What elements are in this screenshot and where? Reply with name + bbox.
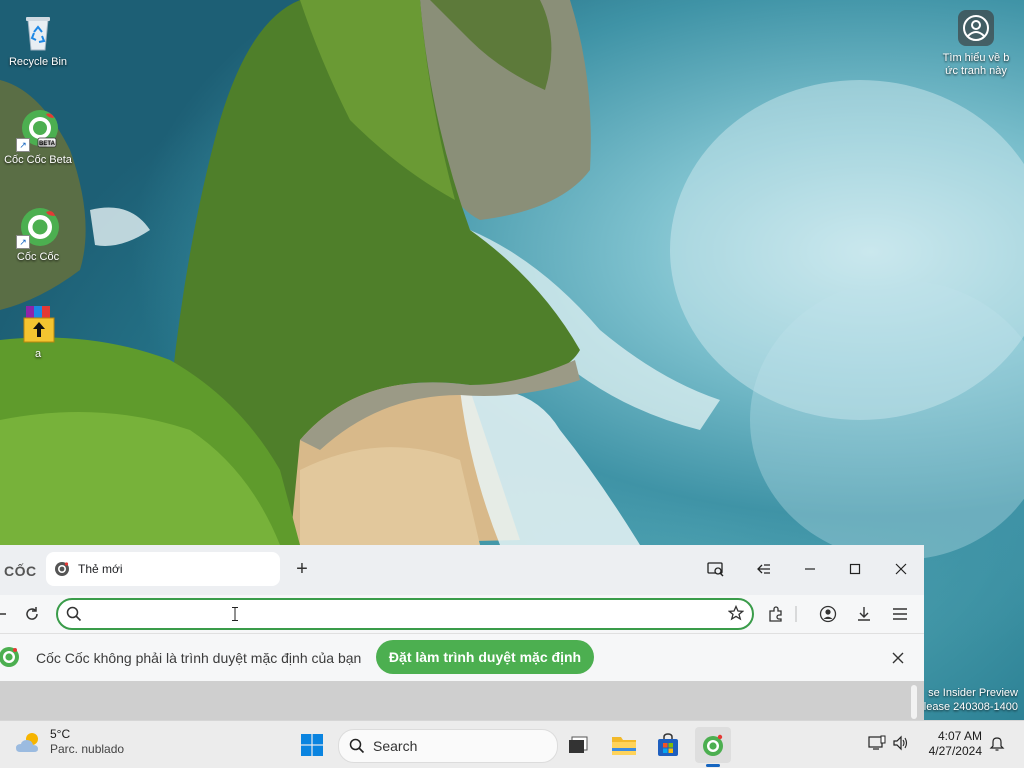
- taskbar: 5°C Parc. nublado Search 4:07 AM 4/27/20…: [0, 720, 1024, 768]
- set-default-browser-button[interactable]: Đặt làm trình duyệt mặc định: [376, 640, 594, 674]
- browser-toolbar: [0, 595, 924, 633]
- weather-widget[interactable]: 5°C Parc. nublado: [14, 727, 124, 757]
- folder-icon: [612, 737, 636, 755]
- coccoc-taskbar-button[interactable]: [695, 727, 731, 763]
- maximize-icon: [849, 563, 861, 575]
- taskbar-search[interactable]: Search: [338, 729, 558, 763]
- close-icon: [892, 652, 904, 664]
- hamburger-menu-icon: [893, 608, 907, 620]
- back-arrows-icon: [757, 564, 770, 574]
- learn-about-picture[interactable]: Tìm hiểu về b ức tranh này: [934, 10, 1018, 78]
- desktop-icon-coccoc[interactable]: ↗ Cốc Cốc: [0, 205, 76, 264]
- maximize-button[interactable]: [841, 557, 869, 581]
- store-bag-icon: [658, 733, 678, 756]
- address-bar[interactable]: [56, 598, 754, 630]
- store-button[interactable]: [650, 727, 686, 763]
- desktop-icon-label: Recycle Bin: [8, 56, 68, 68]
- file-explorer-button[interactable]: [606, 727, 642, 763]
- close-icon: [895, 563, 907, 575]
- watermark-line1: se Insider Preview: [928, 687, 1018, 699]
- coccoc-icon: [703, 734, 723, 756]
- coccoc-icon: [55, 562, 69, 576]
- camera-circle-icon: [958, 10, 994, 46]
- tab-title: Thẻ mới: [78, 562, 123, 576]
- default-browser-infobar: Cốc Cốc không phải là trình duyệt mặc đị…: [0, 633, 924, 682]
- scrollbar-thumb[interactable]: [911, 685, 917, 719]
- weather-desc: Parc. nublado: [50, 742, 125, 756]
- menu-button[interactable]: [888, 602, 912, 626]
- browser-brand: CỐC: [4, 563, 37, 579]
- search-icon: [349, 738, 365, 754]
- sidebar-toggle-button[interactable]: [750, 557, 778, 581]
- minimize-icon: [805, 568, 815, 570]
- toolbar-divider: [790, 602, 802, 626]
- network-icon[interactable]: [868, 735, 886, 754]
- winrar-archive-icon: [16, 302, 60, 346]
- reload-button[interactable]: [20, 602, 44, 626]
- learn-about-line2: ức tranh này: [945, 65, 1007, 77]
- tab-search-button[interactable]: [702, 557, 730, 581]
- infobar-message: Cốc Cốc không phải là trình duyệt mặc đị…: [36, 650, 362, 666]
- back-button[interactable]: [0, 602, 12, 626]
- watermark-line2: lease 240308-1400: [923, 701, 1018, 713]
- browser-window: CỐC Thẻ mới + Cốc Cốc không phải là trìn…: [0, 545, 924, 720]
- profile-button[interactable]: [816, 602, 840, 626]
- bookmark-star-icon[interactable]: [728, 605, 744, 621]
- extensions-button[interactable]: [764, 602, 788, 626]
- coccoc-icon: [0, 647, 19, 667]
- learn-about-line1: Tìm hiểu về b: [942, 52, 1010, 64]
- close-window-button[interactable]: [887, 557, 915, 581]
- clock-date: 4/27/2024: [928, 744, 982, 758]
- recycle-bin-icon: [16, 10, 60, 54]
- new-tab-button[interactable]: +: [290, 557, 314, 581]
- insider-watermark: se Insider Preview lease 240308-1400: [918, 686, 1018, 714]
- puzzle-icon: [769, 606, 782, 622]
- profile-icon: [819, 605, 837, 623]
- weather-temp: 5°C: [50, 727, 71, 741]
- text-cursor-icon: [232, 607, 238, 621]
- search-icon: [66, 606, 82, 622]
- desktop-icon-coccoc-beta[interactable]: BETA ↗ Cốc Cốc Beta: [0, 108, 76, 167]
- desktop-icon-label: Cốc Cốc Beta: [4, 154, 72, 166]
- shortcut-arrow-icon: ↗: [16, 138, 30, 152]
- task-view-icon: [569, 736, 588, 753]
- desktop-icon-label: a: [34, 348, 42, 360]
- desktop-icon-archive-a[interactable]: a: [0, 302, 76, 361]
- downloads-button[interactable]: [852, 602, 876, 626]
- infobar-close-button[interactable]: [888, 648, 908, 668]
- coccoc-beta-icon: BETA ↗: [16, 108, 60, 152]
- windows-logo-icon: [301, 734, 323, 756]
- tab-new[interactable]: Thẻ mới: [46, 552, 280, 586]
- download-icon: [858, 607, 870, 621]
- tab-search-icon: [707, 562, 724, 577]
- page-content-area: [0, 681, 924, 720]
- taskbar-search-label: Search: [373, 738, 418, 754]
- active-app-indicator: [706, 764, 720, 767]
- taskbar-clock[interactable]: 4:07 AM 4/27/2024: [918, 729, 982, 759]
- svg-text:BETA: BETA: [39, 141, 56, 147]
- task-view-button[interactable]: [560, 727, 596, 763]
- address-input[interactable]: [88, 604, 712, 626]
- start-button[interactable]: [294, 727, 330, 763]
- clock-time: 4:07 AM: [937, 729, 982, 743]
- tab-strip: CỐC Thẻ mới +: [0, 545, 924, 595]
- volume-icon[interactable]: [892, 735, 908, 754]
- notifications-icon[interactable]: [989, 736, 1005, 755]
- back-arrow-icon: [0, 613, 6, 615]
- minimize-button[interactable]: [796, 557, 824, 581]
- shortcut-arrow-icon: ↗: [16, 235, 30, 249]
- desktop-icon-label: Cốc Cốc: [16, 251, 60, 263]
- coccoc-icon: ↗: [16, 205, 60, 249]
- partly-cloudy-icon: [16, 733, 38, 752]
- reload-icon: [26, 607, 38, 620]
- desktop-icon-recycle-bin[interactable]: Recycle Bin: [0, 10, 76, 69]
